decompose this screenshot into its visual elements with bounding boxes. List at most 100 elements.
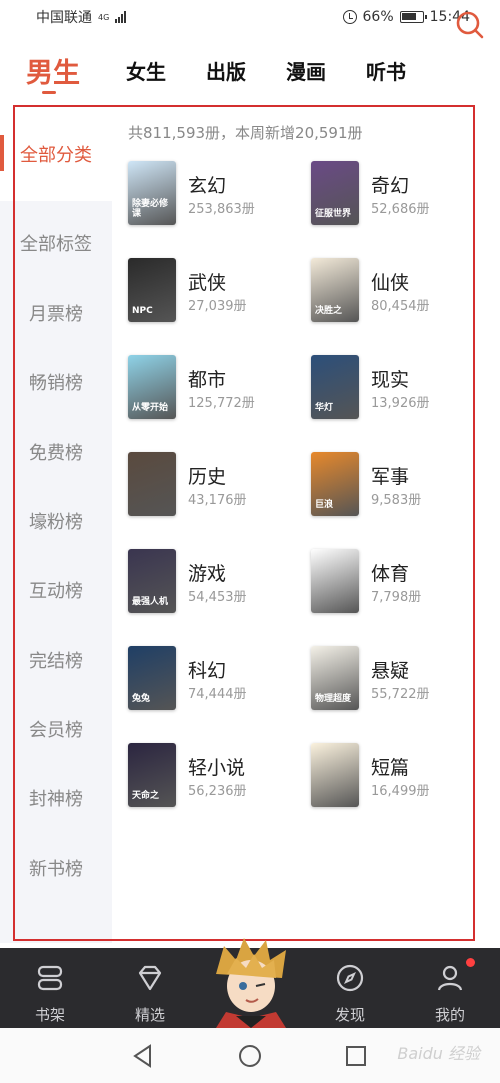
category-count: 55,722册 [371, 687, 430, 702]
nav-discover-label: 发现 [334, 1006, 365, 1024]
nav-featured-label: 精选 [134, 1006, 165, 1024]
category-name: 科幻 [188, 660, 227, 682]
category-item[interactable]: 兔兔 科幻 74,444册 [128, 646, 298, 712]
category-item[interactable]: 从零开始 都市 125,772册 [128, 355, 298, 421]
sidebar-item-monthly-ticket[interactable]: 月票榜 [0, 300, 112, 326]
cover-title: 决胜之 [315, 306, 343, 316]
notification-dot [466, 958, 475, 967]
category-name: 奇幻 [371, 175, 410, 197]
battery-percent: 66% [362, 9, 394, 25]
sidebar-item-new-books[interactable]: 新书榜 [0, 855, 112, 881]
category-count: 16,499册 [371, 784, 430, 799]
category-count: 27,039册 [188, 299, 247, 314]
sidebar-item-bestseller[interactable]: 畅销榜 [0, 369, 112, 395]
tab-comic[interactable]: 漫画 [286, 56, 326, 85]
sidebar-item-interaction[interactable]: 互动榜 [0, 577, 112, 603]
cover-title: 天命之 [132, 791, 160, 801]
category-item[interactable]: 天命之 轻小说 56,236册 [128, 743, 298, 809]
category-count: 125,772册 [188, 396, 255, 411]
category-count: 80,454册 [371, 299, 430, 314]
category-name: 轻小说 [188, 757, 246, 779]
tab-publish[interactable]: 出版 [206, 56, 246, 85]
sidebar-item-legend[interactable]: 封神榜 [0, 785, 112, 811]
category-name: 现实 [371, 369, 410, 391]
category-cover-image: 除妻必修课 [128, 161, 176, 225]
nav-profile-label: 我的 [434, 1006, 465, 1024]
category-name: 悬疑 [371, 660, 410, 682]
category-count: 43,176册 [188, 493, 247, 508]
sidebar-item-all-tags[interactable]: 全部标签 [0, 230, 112, 256]
category-count: 74,444册 [188, 687, 247, 702]
catalog-summary: 共811,593册，本周新增20,591册 [128, 124, 363, 142]
category-item[interactable]: 决胜之 仙侠 80,454册 [311, 258, 481, 324]
sidebar-item-completed[interactable]: 完结榜 [0, 647, 112, 673]
cover-title: 征服世界 [315, 209, 352, 219]
category-cover-image: 决胜之 [311, 258, 359, 322]
baidu-watermark: Baidu 经验 [397, 1044, 480, 1063]
mascot-avatar[interactable] [206, 934, 296, 1028]
recents-icon[interactable] [343, 1043, 369, 1069]
tab-audio[interactable]: 听书 [366, 56, 406, 85]
search-icon[interactable] [454, 9, 486, 41]
category-item[interactable]: 华灯 现实 13,926册 [311, 355, 481, 421]
network-label: 4G [98, 12, 110, 22]
status-bar: 中国联通 4G 66% 15:44 [0, 0, 500, 34]
cover-title: NPC [132, 306, 153, 316]
category-name: 都市 [188, 369, 227, 391]
sidebar-item-free[interactable]: 免费榜 [0, 439, 112, 465]
diamond-icon [138, 965, 162, 991]
category-cover-image: 兔兔 [128, 646, 176, 710]
category-item[interactable]: NPC 武侠 27,039册 [128, 258, 298, 324]
bookshelf-icon [37, 965, 63, 991]
nav-profile[interactable]: 我的 [410, 948, 490, 1028]
category-count: 52,686册 [371, 202, 430, 217]
category-item[interactable]: 短篇 16,499册 [311, 743, 481, 809]
nav-discover[interactable]: 发现 [310, 948, 390, 1028]
category-item[interactable]: 物理超度 悬疑 55,722册 [311, 646, 481, 712]
category-name: 历史 [188, 466, 227, 488]
category-cover-image: 最强人机 [128, 549, 176, 613]
tab-female[interactable]: 女生 [126, 56, 166, 85]
cover-title: 华灯 [315, 403, 334, 413]
category-cover-image: 巨浪 [311, 452, 359, 516]
sidebar-item-top-fans[interactable]: 壕粉榜 [0, 508, 112, 534]
category-name: 仙侠 [371, 272, 410, 294]
channel-tabs: 男生 女生 出版 漫画 听书 [0, 44, 500, 96]
nav-featured[interactable]: 精选 [110, 948, 190, 1028]
category-cover-image: 征服世界 [311, 161, 359, 225]
alarm-icon [342, 10, 357, 24]
signal-icon [115, 11, 127, 23]
category-item[interactable]: 征服世界 奇幻 52,686册 [311, 161, 481, 227]
category-cover-image: 华灯 [311, 355, 359, 419]
category-count: 7,798册 [371, 590, 422, 605]
cover-title: 从零开始 [132, 403, 169, 413]
cover-title: 最强人机 [132, 597, 169, 607]
category-name: 军事 [371, 466, 410, 488]
category-item[interactable]: 体育 7,798册 [311, 549, 481, 615]
category-count: 54,453册 [188, 590, 247, 605]
category-item[interactable]: 巨浪 军事 9,583册 [311, 452, 481, 518]
category-item[interactable]: 历史 43,176册 [128, 452, 298, 518]
category-item[interactable]: 最强人机 游戏 54,453册 [128, 549, 298, 615]
tab-male[interactable]: 男生 [26, 51, 80, 94]
battery-icon [399, 11, 427, 23]
category-count: 13,926册 [371, 396, 430, 411]
category-name: 玄幻 [188, 175, 227, 197]
user-icon [437, 965, 463, 991]
compass-icon [336, 964, 364, 992]
home-icon[interactable] [237, 1043, 263, 1069]
cover-title: 巨浪 [315, 500, 334, 510]
category-cover-image [311, 743, 359, 807]
category-cover-image: NPC [128, 258, 176, 322]
category-name: 短篇 [371, 757, 410, 779]
category-count: 9,583册 [371, 493, 422, 508]
category-item[interactable]: 除妻必修课 玄幻 253,863册 [128, 161, 298, 227]
sidebar-item-all-categories[interactable]: 全部分类 [0, 105, 112, 201]
nav-bookshelf[interactable]: 书架 [10, 948, 90, 1028]
back-icon[interactable] [130, 1043, 156, 1069]
category-sidebar: 全部分类 全部标签 月票榜 畅销榜 免费榜 壕粉榜 互动榜 完结榜 会员榜 封神… [0, 105, 112, 943]
category-name: 武侠 [188, 272, 227, 294]
cover-title: 物理超度 [315, 694, 352, 704]
sidebar-item-member[interactable]: 会员榜 [0, 716, 112, 742]
cover-title: 除妻必修课 [132, 199, 169, 219]
